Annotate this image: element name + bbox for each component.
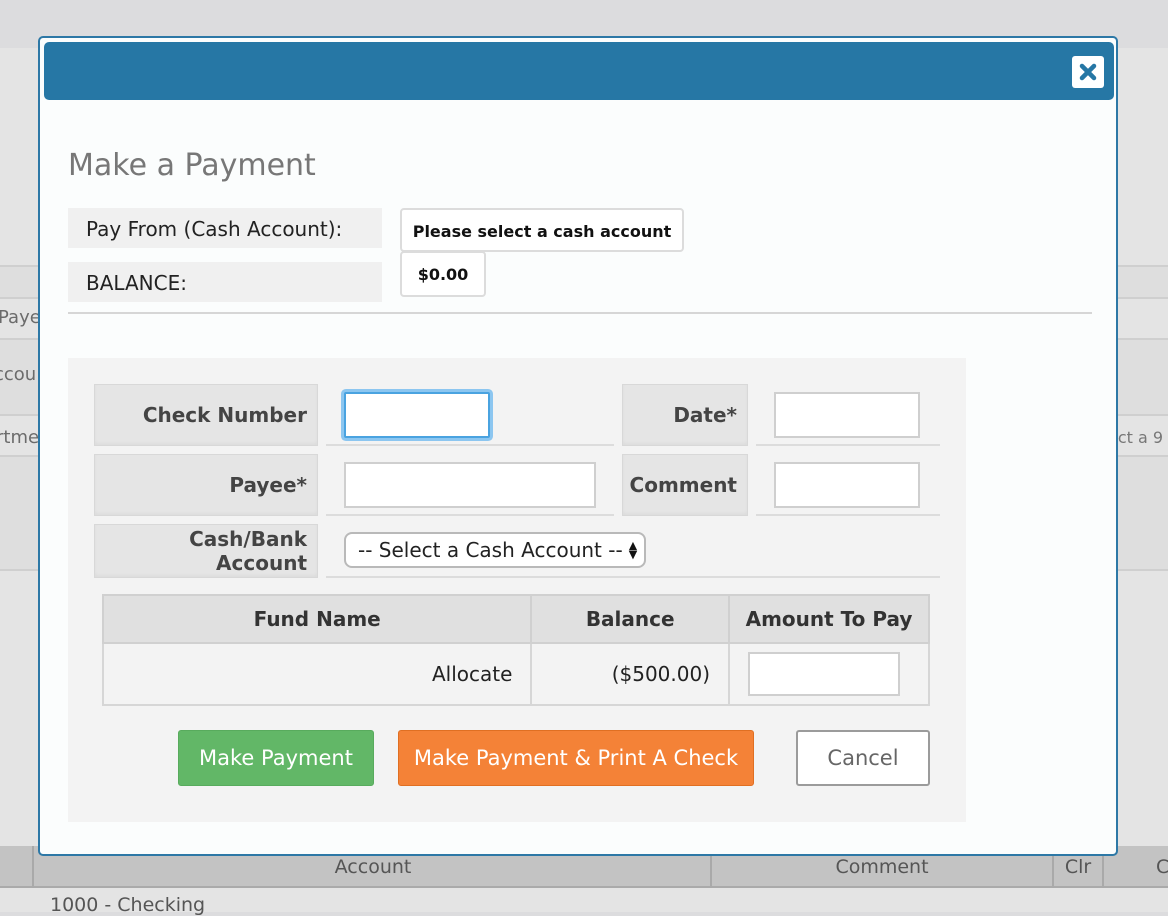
balance-cell: ($500.00) [530, 642, 730, 706]
fund-table: Fund Name Balance Amount To Pay Allocate… [101, 594, 930, 706]
field-underline [326, 514, 614, 516]
check-number-label: Check Number [94, 384, 318, 446]
background-label: rtme [0, 427, 40, 448]
check-number-input[interactable] [344, 392, 490, 438]
date-input[interactable] [774, 392, 920, 438]
background-label: ccou [0, 364, 37, 385]
pay-from-value: Please select a cash account [400, 208, 684, 252]
fund-name-cell: Allocate [101, 642, 533, 706]
balance-value: $0.00 [400, 251, 486, 297]
amount-header: Amount To Pay [728, 594, 930, 644]
balance-header: Balance [530, 594, 730, 644]
payment-modal: Make a Payment Pay From (Cash Account): … [38, 36, 1118, 856]
comment-input[interactable] [774, 462, 920, 508]
select-arrows-icon: ▲ ▼ [628, 539, 638, 561]
cash-account-selected: -- Select a Cash Account -- [358, 538, 623, 562]
page-title: Make a Payment [68, 148, 316, 183]
make-payment-print-check-button[interactable]: Make Payment & Print A Check [398, 730, 754, 786]
field-underline [756, 514, 940, 516]
background-grid-row: 1000 - Checking [50, 894, 206, 916]
divider [68, 312, 1092, 314]
payment-form: Check Number Date* Payee* Comment Cash/B… [68, 358, 966, 822]
amount-cell [728, 642, 930, 706]
field-underline [326, 576, 940, 578]
cash-account-label: Cash/Bank Account [94, 524, 318, 578]
field-underline [326, 444, 614, 446]
make-payment-button[interactable]: Make Payment [178, 730, 374, 786]
table-row: Allocate ($500.00) [101, 642, 930, 706]
balance-label: BALANCE: [68, 262, 382, 302]
close-button[interactable] [1072, 56, 1104, 88]
comment-label: Comment [622, 454, 748, 516]
cash-account-select[interactable]: -- Select a Cash Account -- ▲ ▼ [344, 532, 646, 568]
amount-to-pay-input[interactable] [748, 652, 900, 696]
cancel-button[interactable]: Cancel [796, 730, 930, 786]
date-label: Date* [622, 384, 748, 446]
close-icon [1079, 63, 1097, 81]
background-label: Paye [0, 307, 41, 328]
field-underline [756, 444, 940, 446]
fund-name-header: Fund Name [101, 594, 533, 644]
payee-input[interactable] [344, 462, 596, 508]
pay-from-label: Pay From (Cash Account): [68, 208, 382, 248]
modal-header [44, 42, 1114, 100]
payee-label: Payee* [94, 454, 318, 516]
